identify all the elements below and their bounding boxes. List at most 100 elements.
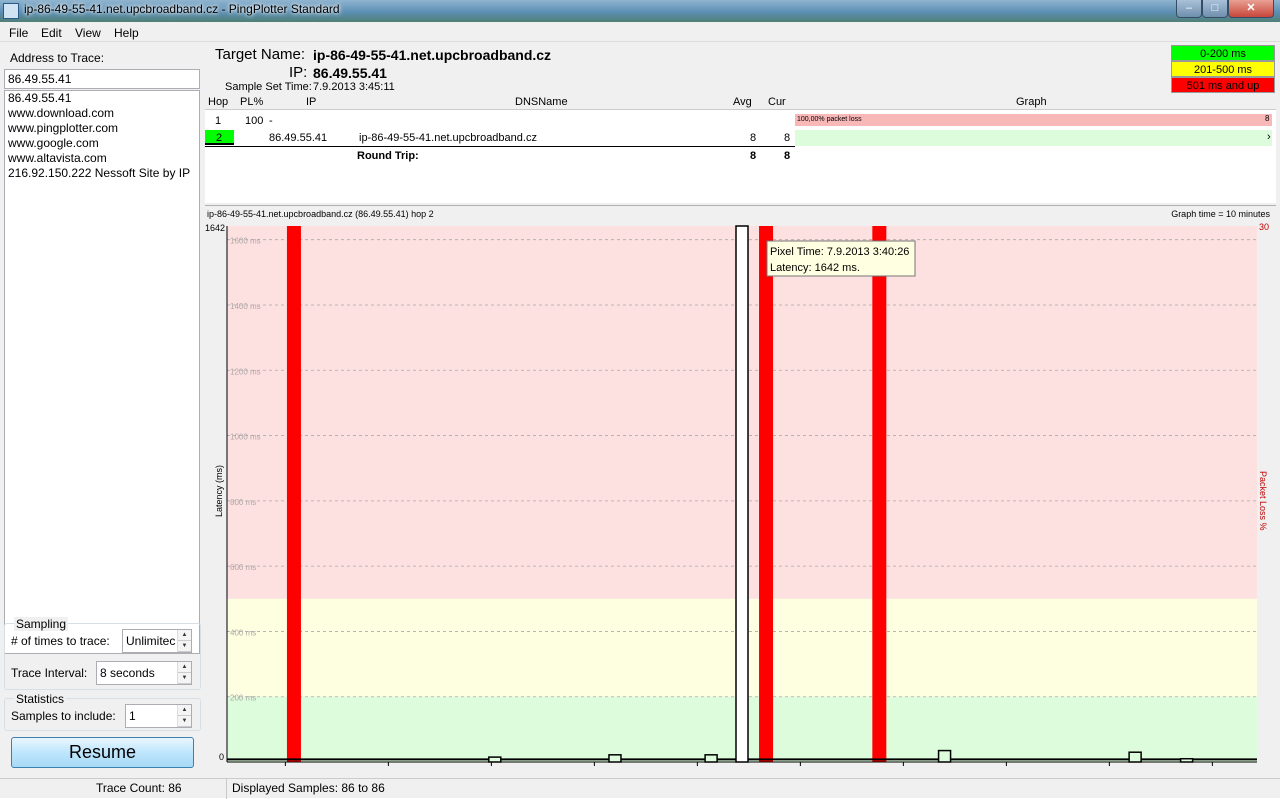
x-tick-label: 3:43 (998, 765, 1016, 766)
menu-edit[interactable]: Edit (41, 26, 62, 40)
latency-legend: 0-200 ms 201-500 ms 501 ms and up (1171, 45, 1275, 93)
hop-graph-end: › (1267, 131, 1271, 143)
tooltip: Pixel Time: 7.9.2013 3:40:26 Latency: 16… (766, 240, 916, 277)
col-cur[interactable]: Cur (768, 96, 786, 108)
x-tick-label: 3:40 (689, 765, 707, 766)
latency-bar (1128, 751, 1142, 763)
target-name-label: Target Name: (215, 46, 306, 63)
graph-header: ip-86-49-55-41.net.upcbroadband.cz (86.4… (205, 209, 1276, 221)
resume-button[interactable]: Resume (11, 737, 194, 768)
graph-time: Graph time = 10 minutes (1171, 209, 1270, 219)
y-tick-label: 1000 ms (230, 433, 261, 442)
latency-bar (735, 225, 749, 763)
col-ip[interactable]: IP (306, 96, 316, 108)
y-axis-label: Latency (ms) (214, 465, 224, 517)
spin-up-icon[interactable]: ▲ (178, 705, 191, 716)
spin-up-icon[interactable]: ▲ (178, 630, 191, 641)
list-item[interactable]: 216.92.150.222 Nessoft Site by IP (5, 166, 199, 181)
y2-max-label: 30 (1259, 222, 1269, 232)
trace-count: Trace Count: 86 (96, 781, 182, 795)
trace-interval-value: 8 seconds (100, 666, 155, 680)
legend-good: 0-200 ms (1171, 45, 1275, 61)
title-bar: ip-86-49-55-41.net.upcbroadband.cz - Pin… (0, 0, 1280, 22)
x-tick-label: 3:37 (380, 765, 398, 766)
menu-help[interactable]: Help (114, 26, 139, 40)
samples-spinner[interactable]: ▲ ▼ (177, 705, 191, 727)
round-trip-avg: 8 (750, 150, 757, 162)
hop-graph-note: 100,00% packet loss (797, 116, 862, 123)
col-dns[interactable]: DNSName (515, 96, 568, 108)
hop-number: 1 (215, 115, 222, 127)
window-title: ip-86-49-55-41.net.upcbroadband.cz - Pin… (24, 2, 340, 16)
list-item[interactable]: www.google.com (5, 136, 199, 151)
col-graph[interactable]: Graph (1016, 96, 1047, 108)
sampling-group-label: Sampling (14, 617, 69, 631)
x-tick-label: 3:45 (1204, 765, 1222, 766)
latency-bar (937, 749, 952, 763)
spin-down-icon[interactable]: ▼ (178, 673, 191, 684)
col-pl[interactable]: PL% (240, 96, 263, 108)
minimize-button[interactable]: – (1176, 0, 1202, 18)
address-input[interactable] (4, 69, 200, 89)
tooltip-line2: Latency: 1642 ms. (770, 262, 860, 274)
left-panel: Address to Trace: 86.49.55.41 www.downlo… (0, 42, 205, 778)
pingplotter-app-icon[interactable] (3, 3, 19, 19)
round-trip-divider (205, 146, 795, 147)
y-tick-label: 1600 ms (230, 237, 261, 246)
sample-set-time: 7.9.2013 3:45:11 (313, 81, 395, 93)
packet-loss-bar (759, 226, 774, 762)
address-label: Address to Trace: (10, 51, 105, 65)
spin-down-icon[interactable]: ▼ (178, 716, 191, 727)
col-hop[interactable]: Hop (208, 96, 228, 108)
trace-interval-label: Trace Interval: (11, 666, 88, 680)
y-tick-label: 200 ms (230, 694, 256, 703)
x-tick-label: 3:39 (586, 765, 604, 766)
tooltip-line1: Pixel Time: 7.9.2013 3:40:26 (770, 246, 909, 258)
table-row[interactable]: 1 100 - 100,00% packet loss 8 (205, 112, 1276, 129)
list-item[interactable]: www.altavista.com (5, 151, 199, 166)
status-bar: Trace Count: 86 Displayed Samples: 86 to… (0, 778, 1280, 799)
times-to-trace-spinner[interactable]: ▲ ▼ (177, 630, 191, 652)
x-tick-label: 3:44 (1101, 765, 1119, 766)
y-tick-label: 1200 ms (230, 367, 261, 376)
menu-view[interactable]: View (75, 26, 101, 40)
hop-pl: 100 (245, 115, 264, 127)
y-tick-label: 600 ms (230, 563, 256, 572)
table-row[interactable]: 2 86.49.55.41 ip-86-49-55-41.net.upcbroa… (205, 130, 1276, 147)
trace-interval-spinner[interactable]: ▲ ▼ (177, 662, 191, 684)
round-trip-label: Round Trip: (357, 150, 419, 162)
times-to-trace-value: Unlimitec (126, 634, 176, 648)
spin-down-icon[interactable]: ▼ (178, 641, 191, 652)
hop-number: 2 (216, 132, 223, 144)
legend-warn: 201-500 ms (1171, 61, 1275, 77)
list-item[interactable]: 86.49.55.41 (5, 91, 199, 106)
packet-loss-bar (872, 226, 887, 762)
close-button[interactable]: ✕ (1228, 0, 1274, 18)
latency-bar (704, 754, 718, 763)
latency-graph[interactable]: 200 ms 400 ms 600 ms 800 ms 1000 ms 1200 ms 14… (205, 221, 1277, 766)
ip-label: IP: (289, 64, 308, 81)
menu-file[interactable]: File (9, 26, 28, 40)
y-zero-label: 0 (219, 752, 224, 762)
target-name: ip-86-49-55-41.net.upcbroadband.cz (313, 47, 552, 63)
samples-to-include-value: 1 (129, 709, 136, 723)
hop-graph-loss-bar (795, 114, 1272, 126)
list-item[interactable]: www.download.com (5, 106, 199, 121)
maximize-button[interactable]: □ (1202, 0, 1228, 18)
x-tick-label: 3:41 (792, 765, 810, 766)
hop-graph-end: 8 (1265, 114, 1270, 123)
legend-bad: 501 ms and up (1171, 77, 1275, 93)
packet-loss-bar (286, 226, 301, 762)
address-history-list[interactable]: 86.49.55.41 www.download.com www.pingplo… (4, 90, 200, 654)
hop-table-header: Hop PL% IP DNSName Avg Cur Graph (205, 95, 1276, 110)
y2-axis-label: Packet Loss % (1258, 471, 1268, 531)
list-item[interactable]: www.pingplotter.com (5, 121, 199, 136)
y-tick-label: 800 ms (230, 498, 256, 507)
col-avg[interactable]: Avg (733, 96, 752, 108)
x-tick-label: 3:42 (895, 765, 913, 766)
y-max-label: 1642 (205, 223, 225, 233)
sample-set-time-label: Sample Set Time: (225, 81, 312, 93)
samples-to-include-label: Samples to include: (11, 709, 116, 723)
panel-splitter[interactable] (205, 205, 1276, 206)
spin-up-icon[interactable]: ▲ (178, 662, 191, 673)
